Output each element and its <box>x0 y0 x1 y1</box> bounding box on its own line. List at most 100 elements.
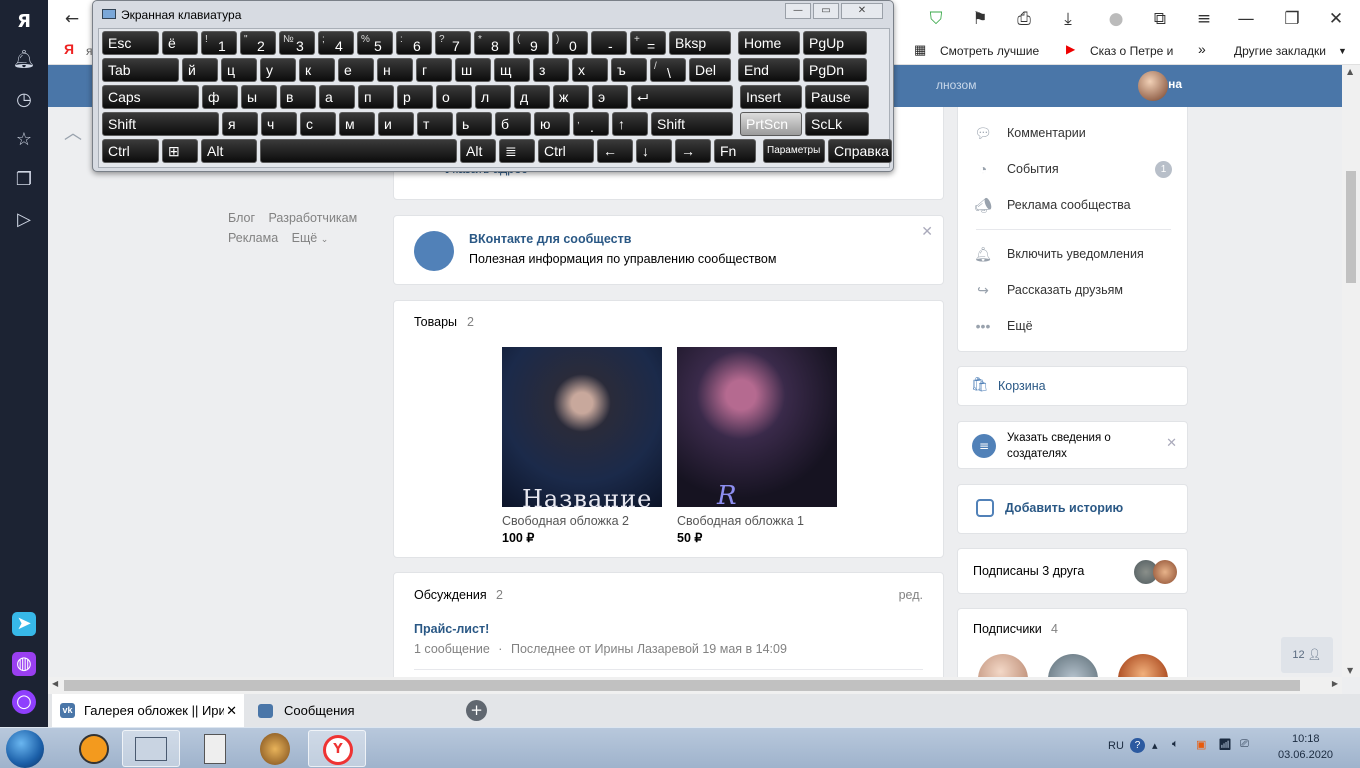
key-д[interactable]: д <box>514 85 550 109</box>
key-sym3-10[interactable]: ,. <box>573 112 609 136</box>
key-pgdn[interactable]: PgDn <box>803 58 867 82</box>
key-0[interactable]: ) 0 <box>552 31 588 55</box>
key-2[interactable]: " 2 <box>240 31 276 55</box>
friends-subscribed-card[interactable]: Подписаны 3 друга <box>957 548 1188 594</box>
app-icon-1[interactable]: ➤ <box>12 612 36 636</box>
key-справка[interactable]: Справка <box>828 139 892 163</box>
menu-comments[interactable]: 💬︎ Комментарии <box>974 125 1086 141</box>
tray-app-icon[interactable]: ▣ <box>1196 738 1206 751</box>
chevron-down-icon[interactable]: ⌄ <box>1174 77 1182 88</box>
online-badge[interactable]: 12 👤︎ <box>1281 637 1333 673</box>
taskbar-app-game[interactable] <box>246 730 304 767</box>
app-icon-2[interactable]: ◍ <box>12 652 36 676</box>
info-card-title[interactable]: ВКонтакте для сообществ <box>469 232 631 246</box>
key-ctrl[interactable]: Ctrl <box>102 139 159 163</box>
creators-card[interactable]: ≡ Указать сведения о создателях ✕ <box>957 421 1188 469</box>
protect-icon[interactable]: ⛉ <box>924 7 948 31</box>
key-1[interactable]: ! 1 <box>201 31 237 55</box>
key-т[interactable]: т <box>417 112 453 136</box>
key-ю[interactable]: ю <box>534 112 570 136</box>
menu-ads[interactable]: 📣︎ Реклама сообщества <box>974 197 1130 213</box>
key-м[interactable]: м <box>339 112 375 136</box>
product-1[interactable]: Название Свободная обложка 2 100 ₽ <box>502 347 662 545</box>
topic-title[interactable]: Прайс-лист! <box>414 622 489 636</box>
bookmark-1[interactable]: Смотреть лучшие <box>940 44 1039 58</box>
key-я[interactable]: я <box>222 112 258 136</box>
play-icon[interactable]: ▷ <box>12 208 36 232</box>
key-alt[interactable]: Alt <box>201 139 257 163</box>
start-button[interactable] <box>6 730 44 768</box>
clock-date[interactable]: 03.06.2020 <box>1278 749 1333 761</box>
key-8[interactable]: * 8 <box>474 31 510 55</box>
language-indicator[interactable]: RU <box>1108 740 1124 752</box>
product-name[interactable]: Свободная обложка 1 <box>677 514 837 528</box>
key-а[interactable]: а <box>319 85 355 109</box>
maximize-icon[interactable]: ❐ <box>1280 7 1304 31</box>
key-х[interactable]: х <box>572 58 608 82</box>
key-bksp[interactable]: Bksp <box>669 31 731 55</box>
key-caps[interactable]: Caps <box>102 85 199 109</box>
scroll-up-arrow-icon[interactable]: ▲ <box>1347 67 1353 76</box>
key-ы[interactable]: ы <box>241 85 277 109</box>
scroll-down-arrow-icon[interactable]: ▼ <box>1347 666 1353 675</box>
key-sym3-11[interactable]: ↑ <box>612 112 648 136</box>
key-п[interactable]: п <box>358 85 394 109</box>
minimize-icon[interactable]: — <box>1234 7 1258 31</box>
key-fn[interactable]: Fn <box>714 139 756 163</box>
key-sym0-13[interactable]: + = <box>630 31 666 55</box>
history-icon[interactable]: ◷ <box>12 88 36 112</box>
close-icon[interactable]: ✕ <box>1166 436 1177 451</box>
key-5[interactable]: % 5 <box>357 31 393 55</box>
key-tab[interactable]: Tab <box>102 58 179 82</box>
key-в[interactable]: в <box>280 85 316 109</box>
notifications-icon[interactable]: 🔔︎ <box>12 48 36 72</box>
add-story-card[interactable]: Добавить историю <box>957 484 1188 534</box>
key-home[interactable]: Home <box>738 31 800 55</box>
menu-events[interactable]: ◔ События 1 <box>976 161 1172 178</box>
menu-notify[interactable]: 🔔︎ Включить уведомления <box>974 246 1144 262</box>
favorites-icon[interactable]: ☆ <box>12 128 36 152</box>
key-б[interactable]: б <box>495 112 531 136</box>
link-developers[interactable]: Разработчикам <box>269 211 358 225</box>
key-щ[interactable]: щ <box>494 58 530 82</box>
scroll-right-arrow-icon[interactable]: ▶ <box>1332 679 1338 688</box>
close-window-icon[interactable]: ✕ <box>1324 7 1348 31</box>
key-е[interactable]: е <box>338 58 374 82</box>
product-2[interactable]: R Свободная обложка 1 50 ₽ <box>677 347 837 545</box>
close-icon[interactable]: ✕ <box>921 224 933 240</box>
key-параметры[interactable]: Параметры <box>763 139 825 163</box>
key-sym0-12[interactable]: - <box>591 31 627 55</box>
tab-gallery[interactable]: vk Галерея обложек || Ири ✕ <box>52 694 244 727</box>
product-name[interactable]: Свободная обложка 2 <box>502 514 662 528</box>
help-icon[interactable]: ? <box>1130 738 1145 753</box>
goods-title[interactable]: Товары <box>414 315 457 329</box>
key-н[interactable]: н <box>377 58 413 82</box>
product-image[interactable]: R <box>677 347 837 507</box>
new-tab-button[interactable]: + <box>466 700 487 721</box>
clock-time[interactable]: 10:18 <box>1292 733 1320 745</box>
avatar[interactable] <box>1138 71 1168 101</box>
bookmark-2[interactable]: Сказ о Петре и <box>1090 44 1173 58</box>
minimize-button[interactable]: — <box>785 3 811 19</box>
key-sym4-1[interactable]: ⊞ <box>162 139 198 163</box>
key-г[interactable]: г <box>416 58 452 82</box>
key-sym4-8[interactable]: ↓ <box>636 139 672 163</box>
key-ц[interactable]: ц <box>221 58 257 82</box>
key-sym4-7[interactable]: ← <box>597 139 633 163</box>
key-6[interactable]: :6 <box>396 31 432 55</box>
tab-messages[interactable]: Сообщения <box>248 694 448 727</box>
key-sym1-13[interactable]: / \ <box>650 58 686 82</box>
edit-link[interactable]: ред. <box>899 588 923 602</box>
key-pause[interactable]: Pause <box>805 85 869 109</box>
key-space[interactable] <box>260 139 457 163</box>
key-ь[interactable]: ь <box>456 112 492 136</box>
key-insert[interactable]: Insert <box>740 85 802 109</box>
key-sym4-5[interactable]: ≣ <box>499 139 535 163</box>
scroll-up-icon[interactable]: ︿ <box>64 119 82 145</box>
key-с[interactable]: с <box>300 112 336 136</box>
alice-icon[interactable]: ○ <box>12 690 36 714</box>
key-ъ[interactable]: ъ <box>611 58 647 82</box>
scroll-thumb[interactable] <box>64 680 1300 691</box>
back-icon[interactable]: ← <box>60 7 84 31</box>
maximize-button[interactable]: ▭ <box>813 3 839 19</box>
